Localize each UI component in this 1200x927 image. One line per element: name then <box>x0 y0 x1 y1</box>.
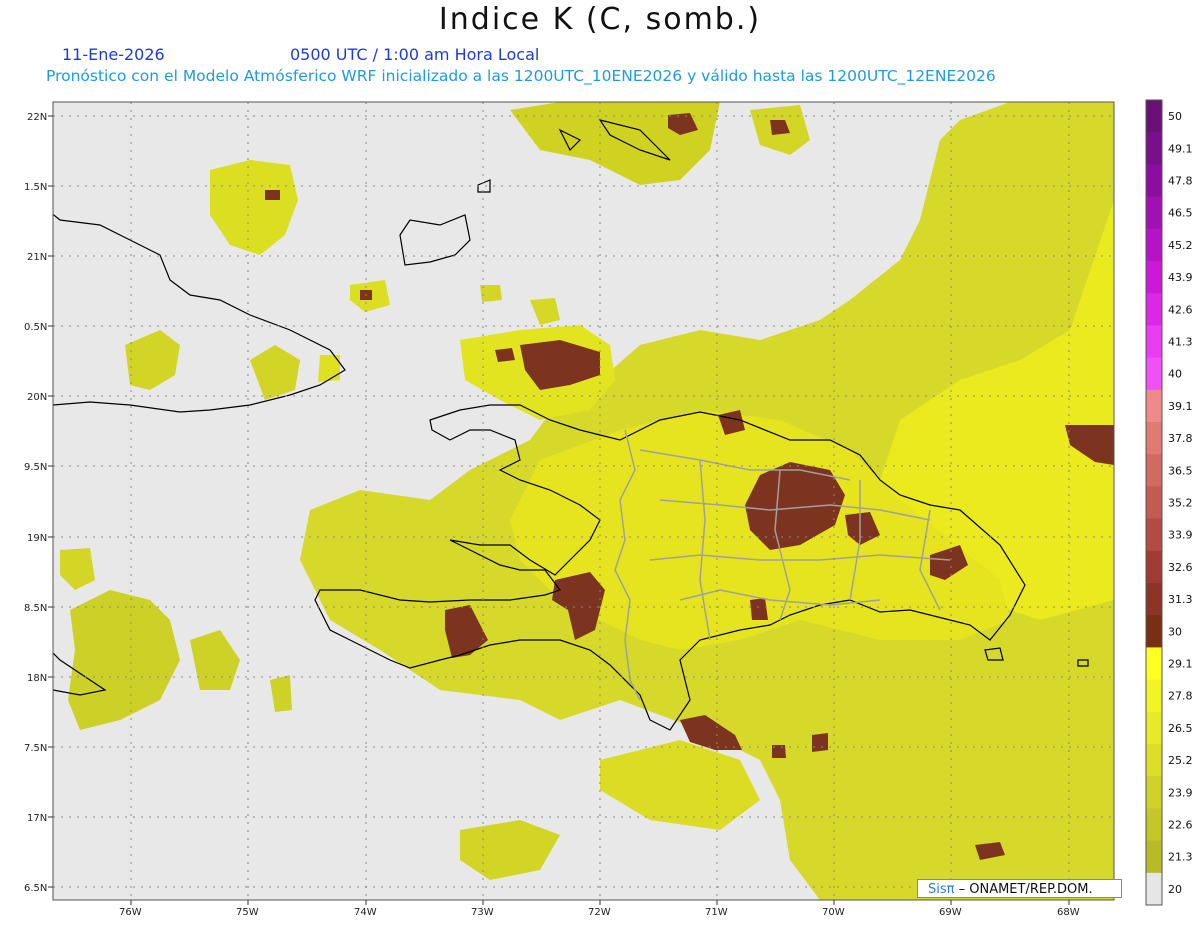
colorbar-label: 41.3 <box>1168 336 1193 349</box>
colorbar-label: 31.3 <box>1168 593 1193 606</box>
lon-label: 76W <box>119 907 142 918</box>
lon-label: 71W <box>705 907 728 918</box>
colorbar-swatch <box>1146 196 1162 230</box>
colorbar-label: 32.6 <box>1168 561 1193 574</box>
lat-label: 18N <box>27 673 47 684</box>
colorbar-swatch <box>1146 293 1162 326</box>
colorbar-swatch <box>1146 261 1162 294</box>
colorbar-label: 49.1 <box>1168 142 1193 155</box>
latitude-labels: 22N 1.5N 21N 0.5N 20N 9.5N 19N 8.5N 18N … <box>24 112 47 894</box>
colorbar-swatch <box>1146 518 1162 552</box>
colorbar-label: 46.5 <box>1168 207 1193 220</box>
lon-label: 75W <box>236 907 259 918</box>
lon-tick-marks <box>130 900 1070 905</box>
lon-label: 72W <box>588 907 611 918</box>
colorbar-swatch <box>1146 711 1162 745</box>
lon-label: 68W <box>1057 907 1080 918</box>
colorbar-swatch <box>1146 615 1162 648</box>
colorbar: 50 49.1 47.8 46.5 45.2 43.9 42.6 41.3 40 39.1 37.8… <box>1146 100 1193 906</box>
lat-label: 6.5N <box>24 883 47 894</box>
colorbar-swatch <box>1146 776 1162 809</box>
colorbar-swatch <box>1146 872 1162 906</box>
lat-label: 22N <box>27 112 47 123</box>
lon-label: 74W <box>354 907 377 918</box>
colorbar-label: 37.8 <box>1168 432 1193 445</box>
colorbar-label: 45.2 <box>1168 239 1193 252</box>
colorbar-label: 30 <box>1168 625 1182 638</box>
colorbar-label: 50 <box>1168 110 1182 123</box>
colorbar-label: 21.3 <box>1168 851 1193 864</box>
lat-label: 20N <box>27 392 47 403</box>
longitude-labels: 76W 75W 74W 73W 72W 71W 70W 69W 68W <box>119 907 1080 918</box>
colorbar-label: 42.6 <box>1168 303 1193 316</box>
colorbar-swatch <box>1146 228 1162 262</box>
colorbar-swatch <box>1146 550 1162 584</box>
colorbar-label: 23.9 <box>1168 786 1193 799</box>
colorbar-swatch <box>1146 132 1162 165</box>
colorbar-swatch <box>1146 486 1162 520</box>
colorbar-swatch <box>1146 840 1162 874</box>
colorbar-swatch <box>1146 744 1162 777</box>
colorbar-swatch <box>1146 422 1162 455</box>
credit-text: – ONAMET/REP.DOM. <box>958 882 1093 897</box>
lat-label: 19N <box>27 533 47 544</box>
colorbar-label: 26.5 <box>1168 722 1193 735</box>
colorbar-label: 35.2 <box>1168 497 1193 510</box>
lat-label: 0.5N <box>24 322 47 333</box>
colorbar-label: 33.9 <box>1168 529 1193 542</box>
colorbar-label: 22.6 <box>1168 819 1193 832</box>
colorbar-swatch <box>1146 389 1162 423</box>
colorbar-swatch <box>1146 808 1162 842</box>
colorbar-swatch <box>1146 325 1162 359</box>
colorbar-label: 29.1 <box>1168 658 1193 671</box>
colorbar-swatch <box>1146 679 1162 713</box>
lat-label: 7.5N <box>24 743 47 754</box>
lat-label: 1.5N <box>24 182 47 193</box>
k-index-map: 22N 1.5N 21N 0.5N 20N 9.5N 19N 8.5N 18N … <box>24 99 1193 918</box>
lon-label: 70W <box>822 907 845 918</box>
colorbar-swatch <box>1146 454 1162 487</box>
colorbar-label: 25.2 <box>1168 754 1193 767</box>
lon-label: 69W <box>939 907 962 918</box>
colorbar-label: 39.1 <box>1168 400 1193 413</box>
lat-label: 21N <box>27 252 47 263</box>
sisp-logo: Sisπ <box>928 882 955 897</box>
colorbar-label: 43.9 <box>1168 271 1193 284</box>
lat-label: 17N <box>27 813 47 824</box>
lat-label: 9.5N <box>24 462 47 473</box>
colorbar-swatch <box>1146 647 1162 681</box>
lat-label: 8.5N <box>24 603 47 614</box>
colorbar-label: 40 <box>1168 368 1182 381</box>
colorbar-swatch <box>1146 164 1162 198</box>
colorbar-swatch <box>1146 100 1162 133</box>
map-plot-area <box>53 102 1114 900</box>
colorbar-label: 36.5 <box>1168 464 1193 477</box>
lon-label: 73W <box>471 907 494 918</box>
credit-box: Sisπ – ONAMET/REP.DOM. <box>917 879 1122 898</box>
colorbar-swatch <box>1146 583 1162 616</box>
colorbar-swatch <box>1146 357 1162 391</box>
colorbar-label: 20 <box>1168 883 1182 896</box>
colorbar-label: 27.8 <box>1168 690 1193 703</box>
lat-tick-marks <box>48 115 53 888</box>
colorbar-label: 47.8 <box>1168 175 1193 188</box>
